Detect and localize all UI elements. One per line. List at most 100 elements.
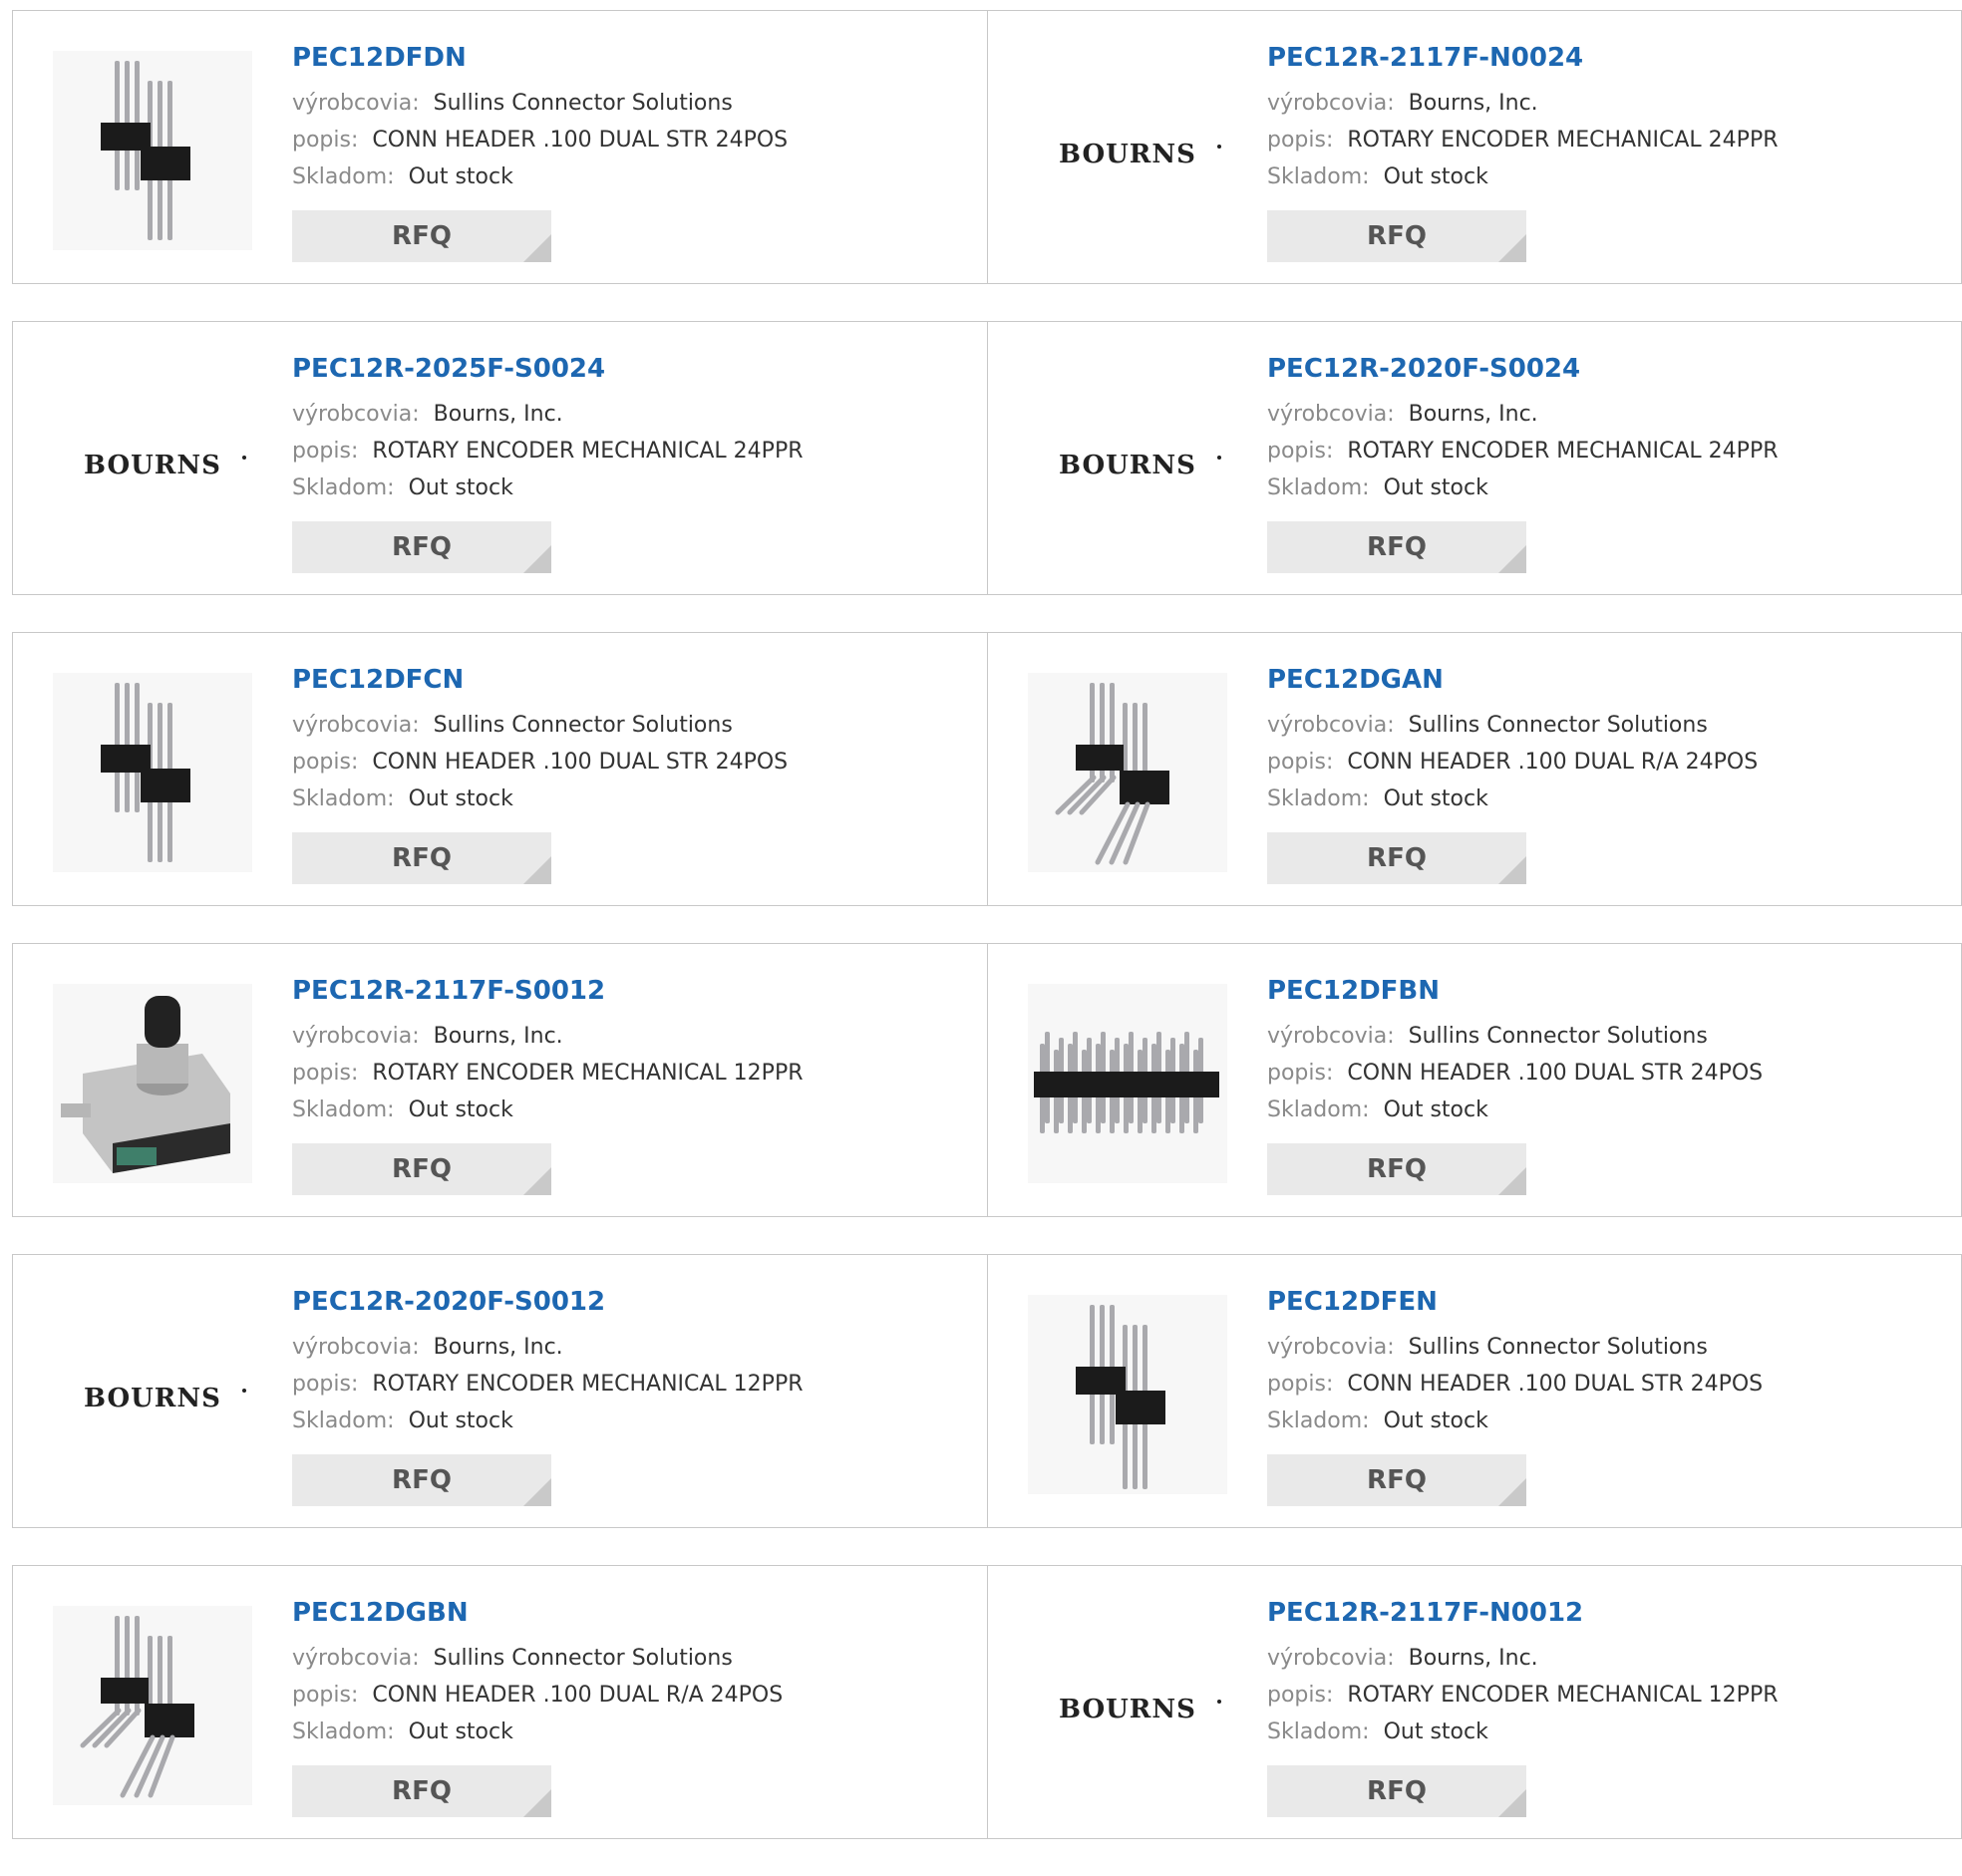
manufacturer-value: Bourns, Inc. <box>1408 1646 1538 1671</box>
product-row: PEC12DFDN výrobcovia: Sullins Connector So… <box>12 10 1962 284</box>
manufacturer-label: výrobcovia: <box>1267 91 1395 116</box>
part-number-link[interactable]: PEC12R-2025F-S0024 <box>292 354 967 384</box>
part-number-link[interactable]: PEC12R-2117F-N0012 <box>1267 1598 1941 1628</box>
product-row: PEC12DFCN výrobcovia: Sullins Connector So… <box>12 632 1962 906</box>
product-info: PEC12DGBN výrobcovia: Sullins Connector So… <box>292 1598 967 1750</box>
product-card: PEC12DGBN výrobcovia: Sullins Connector So… <box>13 1566 987 1838</box>
manufacturer-line: výrobcovia: Bourns, Inc. <box>1267 1640 1941 1677</box>
product-image[interactable] <box>1028 1295 1227 1494</box>
product-card: BOURNS PEC12R-2020F-S0012 výrobcovia: Bourn… <box>13 1255 987 1527</box>
stock-line: Skladom: Out stock <box>1267 781 1941 817</box>
stock-value: Out stock <box>408 164 513 189</box>
part-number-link[interactable]: PEC12DFDN <box>292 43 967 73</box>
rfq-button[interactable]: RFQ <box>1267 1143 1526 1195</box>
manufacturer-label: výrobcovia: <box>1267 1024 1395 1049</box>
description-value: CONN HEADER .100 DUAL STR 24POS <box>372 128 789 153</box>
rfq-button[interactable]: RFQ <box>292 1143 551 1195</box>
rfq-button[interactable]: RFQ <box>1267 832 1526 884</box>
description-line: popis: ROTARY ENCODER MECHANICAL 12PPR <box>292 1055 967 1092</box>
rfq-button[interactable]: RFQ <box>292 832 551 884</box>
description-label: popis: <box>1267 750 1334 775</box>
rfq-button[interactable]: RFQ <box>292 1765 551 1817</box>
manufacturer-line: výrobcovia: Sullins Connector Solutions <box>1267 1018 1941 1055</box>
manufacturer-label: výrobcovia: <box>292 91 420 116</box>
rfq-button[interactable]: RFQ <box>292 1454 551 1506</box>
product-info: PEC12R-2117F-N0024 výrobcovia: Bourns, Inc… <box>1267 43 1941 195</box>
description-label: popis: <box>1267 1061 1334 1086</box>
manufacturer-line: výrobcovia: Bourns, Inc. <box>1267 396 1941 433</box>
part-number-link[interactable]: PEC12DFBN <box>1267 976 1941 1006</box>
bourns-logo[interactable]: BOURNS <box>1028 362 1227 561</box>
rfq-button[interactable]: RFQ <box>1267 1765 1526 1817</box>
manufacturer-label: výrobcovia: <box>1267 1646 1395 1671</box>
product-image[interactable] <box>53 673 252 872</box>
description-value: ROTARY ENCODER MECHANICAL 12PPR <box>372 1372 804 1397</box>
bourns-logo[interactable]: BOURNS <box>1028 51 1227 250</box>
description-label: popis: <box>292 439 359 464</box>
description-value: CONN HEADER .100 DUAL R/A 24POS <box>1347 750 1759 775</box>
part-number-link[interactable]: PEC12DGAN <box>1267 665 1941 695</box>
manufacturer-value: Bourns, Inc. <box>1408 402 1538 427</box>
part-number-link[interactable]: PEC12R-2117F-S0012 <box>292 976 967 1006</box>
manufacturer-value: Bourns, Inc. <box>1408 91 1538 116</box>
part-number-link[interactable]: PEC12R-2117F-N0024 <box>1267 43 1941 73</box>
product-info: PEC12DFDN výrobcovia: Sullins Connector So… <box>292 43 967 195</box>
manufacturer-label: výrobcovia: <box>1267 713 1395 738</box>
product-card: PEC12DGAN výrobcovia: Sullins Connector So… <box>987 633 1961 905</box>
rfq-button[interactable]: RFQ <box>292 521 551 573</box>
part-number-link[interactable]: PEC12DFEN <box>1267 1287 1941 1317</box>
product-image[interactable] <box>53 984 252 1183</box>
manufacturer-line: výrobcovia: Sullins Connector Solutions <box>292 85 967 122</box>
product-card: PEC12R-2117F-S0012 výrobcovia: Bourns, Inc… <box>13 944 987 1216</box>
stock-value: Out stock <box>1383 1097 1488 1122</box>
manufacturer-line: výrobcovia: Sullins Connector Solutions <box>292 1640 967 1677</box>
product-card: BOURNS PEC12R-2117F-N0024 výrobcovia: Bourn… <box>987 11 1961 283</box>
part-number-link[interactable]: PEC12R-2020F-S0012 <box>292 1287 967 1317</box>
rfq-button-label: RFQ <box>392 1154 452 1184</box>
product-image[interactable] <box>1028 673 1227 872</box>
stock-line: Skladom: Out stock <box>1267 1714 1941 1750</box>
rfq-button[interactable]: RFQ <box>292 210 551 262</box>
manufacturer-value: Sullins Connector Solutions <box>1408 1335 1708 1360</box>
bourns-logo[interactable]: BOURNS <box>1028 1606 1227 1805</box>
description-label: popis: <box>1267 439 1334 464</box>
stock-value: Out stock <box>408 1097 513 1122</box>
manufacturer-value: Sullins Connector Solutions <box>433 1646 733 1671</box>
rfq-button[interactable]: RFQ <box>1267 210 1526 262</box>
rfq-button[interactable]: RFQ <box>1267 1454 1526 1506</box>
description-line: popis: CONN HEADER .100 DUAL R/A 24POS <box>1267 744 1941 781</box>
description-line: popis: CONN HEADER .100 DUAL STR 24POS <box>292 122 967 158</box>
svg-text:BOURNS: BOURNS <box>84 1384 221 1413</box>
corner-triangle-icon <box>1498 856 1526 884</box>
product-info: PEC12DFEN výrobcovia: Sullins Connector So… <box>1267 1287 1941 1439</box>
part-number-link[interactable]: PEC12R-2020F-S0024 <box>1267 354 1941 384</box>
product-row: BOURNS PEC12R-2025F-S0024 výrobcovia: Bourn… <box>12 321 1962 595</box>
product-image[interactable] <box>1028 984 1227 1183</box>
description-value: ROTARY ENCODER MECHANICAL 12PPR <box>372 1061 804 1086</box>
stock-label: Skladom: <box>1267 164 1370 189</box>
product-image[interactable] <box>53 1606 252 1805</box>
description-line: popis: ROTARY ENCODER MECHANICAL 24PPR <box>292 433 967 469</box>
description-label: popis: <box>292 1683 359 1708</box>
description-label: popis: <box>1267 1372 1334 1397</box>
product-info: PEC12R-2117F-S0012 výrobcovia: Bourns, Inc… <box>292 976 967 1128</box>
stock-line: Skladom: Out stock <box>292 781 967 817</box>
bourns-logo[interactable]: BOURNS <box>53 1295 252 1494</box>
part-number-link[interactable]: PEC12DFCN <box>292 665 967 695</box>
manufacturer-label: výrobcovia: <box>292 1024 420 1049</box>
part-number-link[interactable]: PEC12DGBN <box>292 1598 967 1628</box>
rfq-button[interactable]: RFQ <box>1267 521 1526 573</box>
description-value: ROTARY ENCODER MECHANICAL 24PPR <box>1347 128 1779 153</box>
stock-label: Skladom: <box>1267 1408 1370 1433</box>
corner-triangle-icon <box>1498 1167 1526 1195</box>
stock-line: Skladom: Out stock <box>1267 1403 1941 1439</box>
manufacturer-value: Sullins Connector Solutions <box>1408 713 1708 738</box>
description-line: popis: CONN HEADER .100 DUAL STR 24POS <box>1267 1055 1941 1092</box>
description-value: CONN HEADER .100 DUAL R/A 24POS <box>372 1683 784 1708</box>
product-info: PEC12R-2020F-S0012 výrobcovia: Bourns, Inc… <box>292 1287 967 1439</box>
product-image[interactable] <box>53 51 252 250</box>
description-label: popis: <box>292 128 359 153</box>
stock-line: Skladom: Out stock <box>1267 158 1941 195</box>
manufacturer-line: výrobcovia: Bourns, Inc. <box>292 396 967 433</box>
bourns-logo[interactable]: BOURNS <box>53 362 252 561</box>
